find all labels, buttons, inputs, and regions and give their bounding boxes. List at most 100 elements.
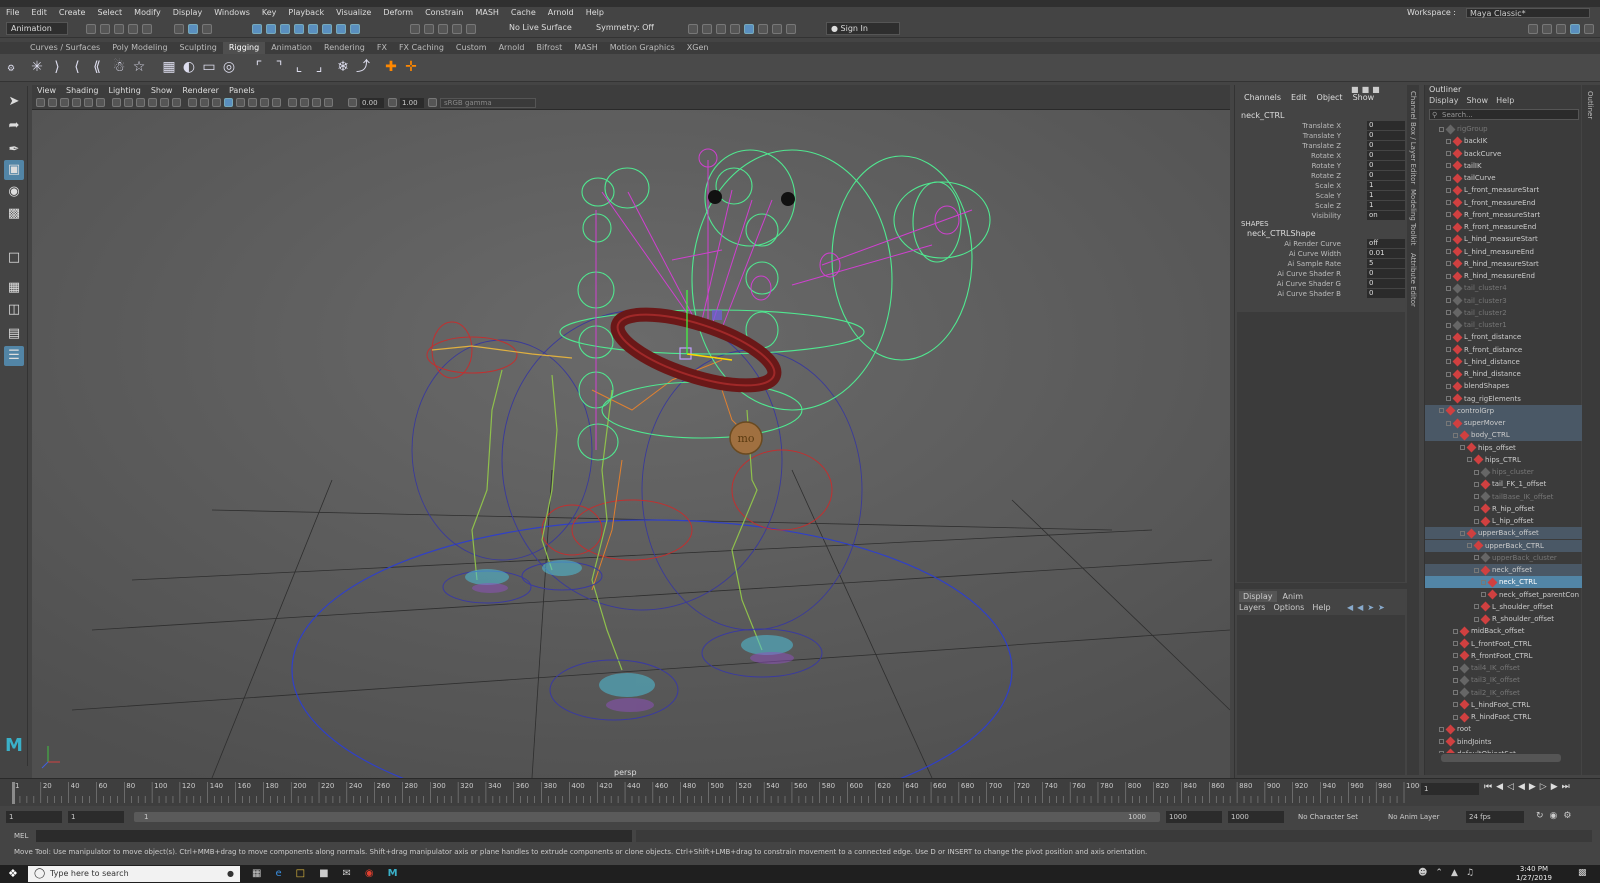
channel-value[interactable]: 1 bbox=[1367, 191, 1405, 200]
workspace-dropdown[interactable]: Maya Classic* bbox=[1466, 7, 1590, 18]
outliner-item[interactable]: R_front_measureEnd bbox=[1425, 221, 1582, 233]
outliner-item[interactable]: R_front_measureStart bbox=[1425, 209, 1582, 221]
time-slider[interactable]: 1 20 40 60 80 100 120 140 160 180 200 220 240 260 280 3… bbox=[0, 778, 1600, 806]
outliner-menu-display[interactable]: Display bbox=[1429, 96, 1459, 105]
joint-tool-icon[interactable]: ✳ bbox=[28, 58, 46, 76]
outliner-item[interactable]: neck_offset_parentCon bbox=[1425, 589, 1582, 601]
anim-start-field[interactable]: 1 bbox=[6, 811, 62, 823]
outliner-hscrollbar[interactable] bbox=[1441, 754, 1561, 762]
expand-icon[interactable] bbox=[1467, 457, 1472, 463]
expand-icon[interactable] bbox=[1446, 420, 1451, 426]
wireframe-icon[interactable] bbox=[188, 98, 197, 107]
bookmarks-icon[interactable] bbox=[60, 98, 69, 107]
expand-icon[interactable] bbox=[1439, 126, 1444, 132]
lattice-icon[interactable]: ✛ bbox=[402, 58, 420, 76]
channel-value[interactable]: on bbox=[1367, 211, 1405, 220]
xray-icon[interactable] bbox=[300, 98, 309, 107]
step-back-frame-icon[interactable]: ◁ bbox=[1507, 782, 1514, 792]
expand-icon[interactable] bbox=[1446, 224, 1451, 230]
script-language-toggle[interactable]: MEL bbox=[14, 830, 28, 842]
menu-select[interactable]: Select bbox=[91, 8, 128, 17]
step-forward-frame-icon[interactable]: ▷ bbox=[1540, 782, 1547, 792]
channel-row[interactable]: Rotate X 0 bbox=[1235, 151, 1407, 161]
shelf-tab-rigging[interactable]: Rigging bbox=[222, 42, 266, 54]
shadows-icon[interactable] bbox=[260, 98, 269, 107]
viewport-menu-show[interactable]: Show bbox=[146, 85, 178, 97]
expand-icon[interactable] bbox=[1474, 469, 1479, 475]
expand-icon[interactable] bbox=[1453, 702, 1458, 708]
outliner-item[interactable]: L_front_measureEnd bbox=[1425, 197, 1582, 209]
channel-value[interactable]: 1 bbox=[1367, 181, 1405, 190]
smooth-bind-icon[interactable]: ◐ bbox=[180, 58, 198, 76]
menu-edit[interactable]: Edit bbox=[25, 8, 53, 17]
outliner-item[interactable]: neck_CTRL bbox=[1425, 576, 1582, 589]
outliner-item[interactable]: tail_cluster2 bbox=[1425, 307, 1582, 319]
outliner-item[interactable]: R_frontFoot_CTRL bbox=[1425, 650, 1582, 662]
shelf-menu-icon[interactable]: ⚙ bbox=[2, 60, 20, 78]
channel-row[interactable]: Ai Curve Shader R 0 bbox=[1235, 269, 1407, 279]
channel-box-menu-object[interactable]: Object bbox=[1312, 93, 1348, 102]
expand-icon[interactable] bbox=[1439, 739, 1444, 744]
expand-icon[interactable] bbox=[1446, 371, 1451, 377]
expand-icon[interactable] bbox=[1446, 261, 1451, 267]
menu-cache[interactable]: Cache bbox=[505, 8, 542, 17]
expand-icon[interactable] bbox=[1439, 408, 1444, 414]
anim-end-field[interactable]: 1000 bbox=[1228, 811, 1284, 823]
mail-icon[interactable]: ✉ bbox=[343, 868, 351, 879]
menu-deform[interactable]: Deform bbox=[377, 8, 419, 17]
cluster-icon[interactable]: ✚ bbox=[382, 58, 400, 76]
outliner-item[interactable]: backIK bbox=[1425, 135, 1582, 147]
pole-vector-icon[interactable]: ⤴ bbox=[354, 58, 372, 76]
mask-handles-icon[interactable] bbox=[252, 24, 262, 34]
expand-icon[interactable] bbox=[1453, 665, 1458, 671]
shelf-tab-arnold[interactable]: Arnold bbox=[493, 42, 531, 54]
outliner-item[interactable]: R_hip_offset bbox=[1425, 503, 1582, 515]
channel-row[interactable]: Ai Sample Rate 5 bbox=[1235, 259, 1407, 269]
menu-mash[interactable]: MASH bbox=[469, 8, 504, 17]
expand-icon[interactable] bbox=[1446, 151, 1451, 156]
shelf-tab-motion-graphics[interactable]: Motion Graphics bbox=[604, 42, 681, 54]
menu-arnold[interactable]: Arnold bbox=[542, 8, 580, 17]
outliner-item[interactable]: tailCurve bbox=[1425, 172, 1582, 184]
menu-key[interactable]: Key bbox=[256, 8, 283, 17]
viewport-menu-lighting[interactable]: Lighting bbox=[103, 85, 145, 97]
outliner-item[interactable]: L_hind_measureStart bbox=[1425, 233, 1582, 245]
outliner-item[interactable]: tailIK bbox=[1425, 160, 1582, 172]
layout-two-icon[interactable]: ◫ bbox=[4, 300, 24, 320]
outliner-item[interactable]: tail_cluster4 bbox=[1425, 282, 1582, 294]
step-forward-key-icon[interactable]: ▶ bbox=[1551, 782, 1558, 792]
outliner-item[interactable]: rigGroup bbox=[1425, 123, 1582, 135]
outliner-item[interactable]: L_shoulder_offset bbox=[1425, 601, 1582, 613]
ambient-occlusion-icon[interactable] bbox=[272, 98, 281, 107]
expand-icon[interactable] bbox=[1446, 383, 1451, 389]
layer-menu-help[interactable]: Help bbox=[1312, 603, 1330, 612]
render-sequence-icon[interactable] bbox=[702, 24, 712, 34]
symmetry-dropdown[interactable]: Symmetry: Off bbox=[592, 22, 654, 35]
channel-value[interactable]: 0 bbox=[1367, 279, 1405, 288]
expand-icon[interactable] bbox=[1467, 543, 1472, 548]
single-perspective-icon[interactable]: □ bbox=[4, 248, 24, 268]
hypershade-icon[interactable] bbox=[744, 24, 754, 34]
grid-icon[interactable] bbox=[112, 98, 121, 107]
go-to-end-icon[interactable]: ⏭ bbox=[1562, 782, 1570, 792]
ipr-render-icon[interactable] bbox=[716, 24, 726, 34]
expand-icon[interactable] bbox=[1453, 432, 1458, 438]
outliner-item[interactable]: tail_cluster1 bbox=[1425, 319, 1582, 331]
parent-constraint-icon[interactable]: ⌜ bbox=[250, 58, 268, 76]
tray-chevron-icon[interactable]: ⌃ bbox=[1435, 868, 1443, 878]
field-chart-icon[interactable] bbox=[160, 98, 169, 107]
channel-value[interactable]: 5 bbox=[1367, 259, 1405, 268]
expand-icon[interactable] bbox=[1439, 726, 1444, 732]
current-frame-field[interactable]: 1 bbox=[1421, 783, 1479, 795]
xray-joints-icon[interactable] bbox=[312, 98, 321, 107]
play-backward-icon[interactable]: ◀ bbox=[1518, 782, 1525, 792]
notifications-icon[interactable]: ▩ bbox=[1578, 868, 1587, 878]
loop-icon[interactable]: ↻ bbox=[1536, 811, 1544, 821]
pause-icon[interactable] bbox=[786, 24, 796, 34]
new-layer-selected-icon[interactable]: ➤ bbox=[1378, 603, 1385, 612]
expand-icon[interactable] bbox=[1446, 285, 1451, 291]
auto-key-icon[interactable]: ◉ bbox=[1550, 811, 1558, 821]
outliner-item[interactable]: R_hindFoot_CTRL bbox=[1425, 711, 1582, 723]
channel-value[interactable]: 0 bbox=[1367, 121, 1405, 130]
outliner-menu-help[interactable]: Help bbox=[1496, 96, 1514, 105]
